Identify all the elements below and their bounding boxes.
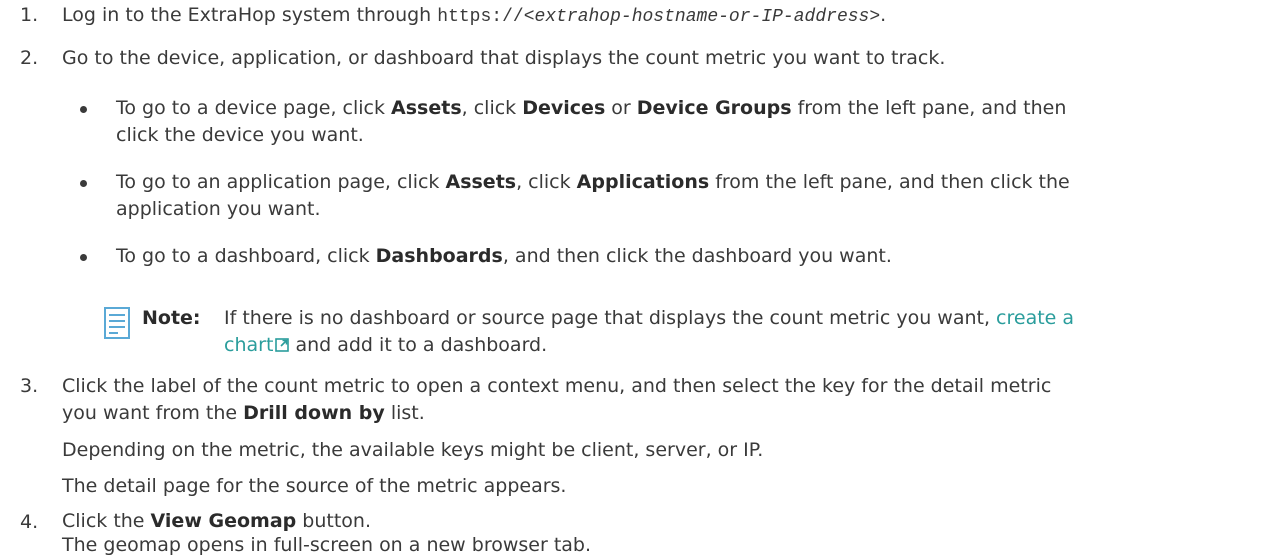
- step-text: Go to the device, application, or dashbo…: [62, 47, 946, 69]
- step-text: Click the label of the count metric to o…: [62, 373, 1272, 427]
- text-run: , click: [461, 97, 523, 119]
- ui-term-assets: Assets: [391, 97, 462, 119]
- step-text: Click the View Geomap button. The geomap …: [62, 509, 1272, 557]
- ui-term-device-groups: Device Groups: [636, 97, 792, 119]
- note-label: Note:: [142, 307, 201, 329]
- note-text: If there is no dashboard or source page …: [224, 305, 1274, 359]
- url-code-placeholder: <extrahop-hostname-or-IP-address>: [523, 7, 881, 27]
- step-number: 2.: [20, 47, 39, 69]
- ui-term-view-geomap: View Geomap: [150, 510, 297, 532]
- step-number: 1.: [20, 4, 39, 26]
- text-run: and add it to a dashboard.: [289, 334, 548, 356]
- bullet-text: To go to an application page, click Asse…: [116, 169, 1266, 223]
- bullet-icon: [80, 106, 87, 113]
- step-3-paragraph: Depending on the metric, the available k…: [62, 439, 764, 461]
- text-run: list.: [384, 402, 425, 424]
- text-run: To go to an application page, click: [116, 171, 446, 193]
- bullet-icon: [80, 180, 87, 187]
- url-code: https://<extrahop-hostname-or-IP-address…: [437, 7, 880, 27]
- bullet-icon: [80, 254, 87, 261]
- text-run: To go to a dashboard, click: [116, 245, 376, 267]
- bullet-text: To go to a device page, click Assets, cl…: [116, 95, 1266, 149]
- step-text: Log in to the ExtraHop system through ht…: [62, 2, 1272, 31]
- step-3-paragraph: The detail page for the source of the me…: [62, 475, 567, 497]
- ui-term-applications: Applications: [576, 171, 710, 193]
- text-run: button.: [296, 510, 371, 532]
- ui-term-devices: Devices: [522, 97, 606, 119]
- ui-term-dashboards: Dashboards: [375, 245, 503, 267]
- text-run: Click the label of the count metric to o…: [62, 375, 1052, 397]
- text-run: from the left pane, and then click the: [709, 171, 1070, 193]
- text-run: , and then click the dashboard you want.: [502, 245, 892, 267]
- text-run: If there is no dashboard or source page …: [224, 307, 997, 329]
- text-run: , click: [516, 171, 577, 193]
- text-run: from the left pane, and then: [791, 97, 1067, 119]
- note-icon: [104, 307, 130, 339]
- step-number: 3.: [20, 375, 39, 397]
- text-run: To go to a device page, click: [116, 97, 392, 119]
- external-link-icon: [275, 338, 290, 352]
- text-run: click the device you want.: [116, 124, 364, 146]
- text-run: you want from the: [62, 402, 244, 424]
- text-run: Click the: [62, 510, 151, 532]
- text-run: or: [605, 97, 637, 119]
- step-1-prefix: Log in to the ExtraHop system through: [62, 4, 438, 26]
- link-text: create a: [996, 307, 1075, 329]
- step-number: 4.: [20, 511, 39, 533]
- ui-term-assets: Assets: [445, 171, 517, 193]
- bullet-text: To go to a dashboard, click Dashboards, …: [116, 243, 1266, 270]
- ui-term-drill-down-by: Drill down by: [243, 402, 385, 424]
- step-1-suffix: .: [880, 4, 887, 26]
- note-callout: Note: If there is no dashboard or source…: [104, 305, 1274, 361]
- link-text: chart: [224, 334, 274, 356]
- url-code-plain: https://: [437, 7, 524, 27]
- text-run: The geomap opens in full-screen on a new…: [62, 534, 592, 556]
- text-run: application you want.: [116, 198, 321, 220]
